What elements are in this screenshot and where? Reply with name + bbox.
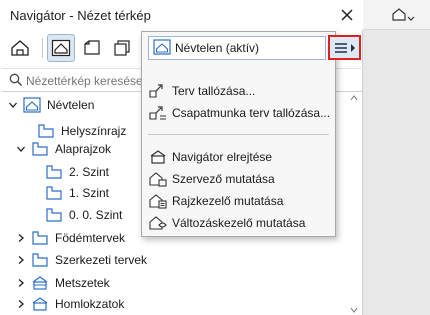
drawing-manager-icon [148,192,168,210]
folder-icon [31,251,49,269]
chevron-right-icon[interactable] [14,297,28,311]
tree-item-label: Födémtervek [55,231,126,245]
search-icon [9,73,23,90]
tree-scrollbar[interactable] [349,94,359,315]
close-icon [341,9,353,21]
chevron-right-icon[interactable] [14,253,28,267]
menu-item-label: Rajzkezelő mutatása [172,194,284,208]
tree-item-label: Metszetek [55,276,110,290]
menu-button[interactable] [328,35,361,60]
view-map-button[interactable] [47,34,75,62]
view-map-icon [153,38,171,58]
layout-book-button[interactable] [78,34,106,62]
background-toolbar [363,0,430,30]
folder-icon [31,229,49,247]
menu-item-show-organizer[interactable]: Szervező mutatása [142,168,335,190]
selected-view-item[interactable]: Névtelen (aktív) [148,36,326,60]
menu-item-label: Szervező mutatása [172,172,275,186]
folder-icon [31,140,49,158]
tree-item-label: Alaprajzok [55,142,112,156]
tree-item-label: Homlokzatok [55,297,125,311]
tree-item-label: Névtelen [47,98,95,112]
browse-icon [148,82,168,100]
chevron-right-icon[interactable] [14,276,28,290]
tree-item-label: 1. Szint [69,186,110,200]
publisher-sets-icon [114,40,130,56]
view-map-icon [51,39,71,57]
title-bar[interactable]: Navigátor - Nézet térkép [0,0,363,30]
tree-item-metszetek[interactable]: Metszetek [14,272,110,294]
tree-item-2-szint[interactable]: 2. Szint [28,161,109,183]
tree-item-0-szint[interactable]: 0. 0. Szint [28,204,122,226]
teamwork-browse-icon [148,104,168,122]
navigator-popup-menu: Névtelen (aktív) Terv tallózása... Csapa… [141,31,336,237]
window-title: Navigátor - Nézet térkép [10,8,151,23]
tree-item-homlokzatok[interactable]: Homlokzatok [14,293,124,315]
tree-item-nevtelen[interactable]: Névtelen [6,94,94,116]
view-map-icon [23,96,41,114]
chevron-right-icon[interactable] [14,231,28,245]
tree-item-1-szint[interactable]: 1. Szint [28,182,109,204]
tree-item-alaprajzok[interactable]: Alaprajzok [14,138,111,160]
menu-divider [148,134,329,135]
change-manager-icon [148,214,168,232]
menu-item-label: Csapatmunka terv tallózása... [172,106,331,120]
publisher-sets-button[interactable] [108,34,136,62]
layout-book-icon [84,40,100,55]
menu-item-show-drawing-manager[interactable]: Rajzkezelő mutatása [142,190,335,212]
tree-item-fodemtervek[interactable]: Födémtervek [14,227,125,249]
tree-item-label: 2. Szint [69,165,110,179]
hide-navigator-icon [148,148,168,166]
view-folder-icon [45,184,63,202]
house-icon[interactable] [391,6,417,25]
tree-item-label: Szerkezeti tervek [55,253,148,267]
search-input[interactable] [26,72,146,90]
chevron-down-icon[interactable] [6,98,20,112]
menu-item-label: Változáskezelő mutatása [172,216,306,230]
menu-item-label: Terv tallózása... [172,84,256,98]
close-button[interactable] [338,6,356,24]
toolbar-divider [42,38,43,58]
chevron-down-icon[interactable] [14,142,28,156]
view-folder-icon [45,206,63,224]
menu-item-show-change-manager[interactable]: Változáskezelő mutatása [142,212,335,234]
tree-item-label: Helyszínrajz [61,124,127,138]
selected-view-label: Névtelen (aktív) [175,41,260,55]
elevation-icon [31,295,49,313]
tree-item-szerkezeti-tervek[interactable]: Szerkezeti tervek [14,249,147,271]
section-icon [31,274,49,292]
menu-item-browse[interactable]: Terv tallózása... [142,80,335,102]
organizer-icon [148,170,168,188]
project-map-icon [11,40,29,56]
menu-icon [334,42,355,53]
tree-item-label: 0. 0. Szint [69,208,123,222]
project-map-button[interactable] [6,34,34,62]
view-folder-icon [45,163,63,181]
menu-item-label: Navigátor elrejtése [172,150,273,164]
menu-item-hide-navigator[interactable]: Navigátor elrejtése [142,146,335,168]
menu-item-teamwork-browse[interactable]: Csapatmunka terv tallózása... [142,102,335,124]
